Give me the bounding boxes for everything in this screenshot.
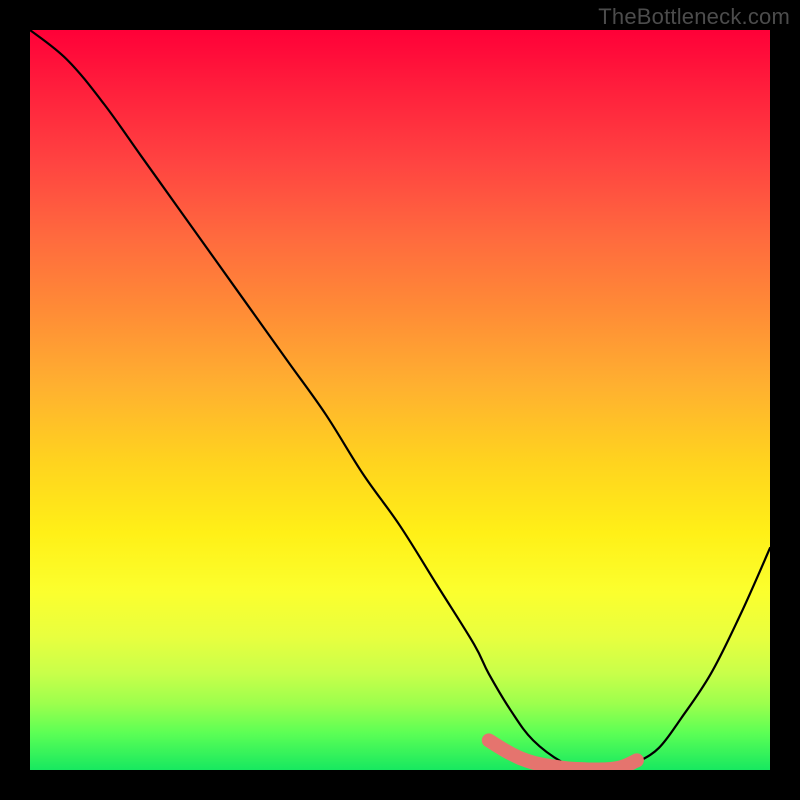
curve-layer xyxy=(30,30,770,770)
plot-area xyxy=(30,30,770,770)
chart-frame: TheBottleneck.com xyxy=(0,0,800,800)
optimal-band xyxy=(489,740,637,769)
bottleneck-curve xyxy=(30,30,770,770)
optimal-end-marker xyxy=(630,753,644,767)
watermark-text: TheBottleneck.com xyxy=(598,4,790,30)
